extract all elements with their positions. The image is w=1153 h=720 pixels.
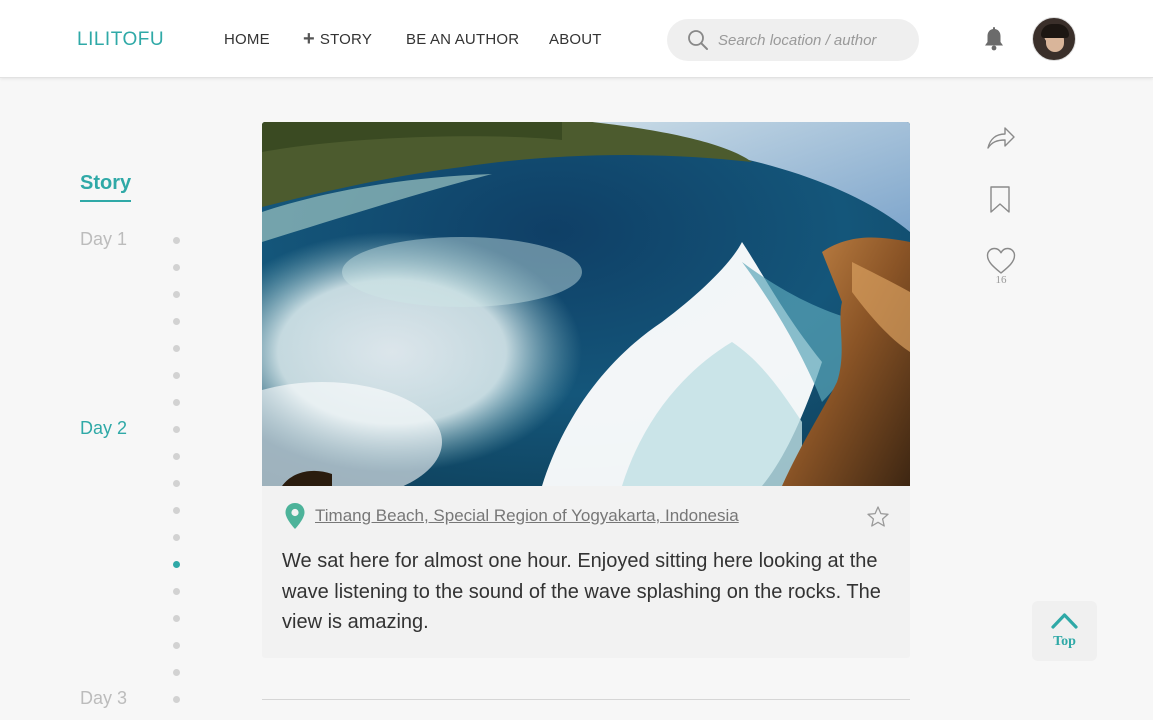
bell-icon[interactable] — [983, 27, 1005, 51]
site-logo[interactable]: LILITOFU — [77, 29, 164, 51]
nav-home-link[interactable]: HOME — [224, 31, 270, 48]
nav-story-link[interactable]: + STORY — [303, 28, 373, 50]
timeline-dot[interactable] — [173, 264, 180, 271]
timeline-dot[interactable] — [173, 669, 180, 676]
location-link[interactable]: Timang Beach, Special Region of Yogyakar… — [315, 506, 739, 526]
story-card: Timang Beach, Special Region of Yogyakar… — [262, 122, 910, 658]
nav-about-link[interactable]: ABOUT — [549, 31, 602, 48]
timeline-dot[interactable] — [173, 561, 180, 568]
day-2-link[interactable]: Day 2 — [80, 418, 127, 439]
day-1-link[interactable]: Day 1 — [80, 229, 127, 250]
timeline-dot[interactable] — [173, 291, 180, 298]
story-photo — [262, 122, 910, 486]
timeline-dot[interactable] — [173, 642, 180, 649]
timeline-dot[interactable] — [173, 318, 180, 325]
timeline-dot[interactable] — [173, 399, 180, 406]
timeline-dot[interactable] — [173, 237, 180, 244]
timeline-dot[interactable] — [173, 696, 180, 703]
timeline-dot[interactable] — [173, 615, 180, 622]
heart-icon[interactable] — [986, 247, 1016, 275]
top-navigation-bar: LILITOFU HOME + STORY BE AN AUTHOR ABOUT — [0, 0, 1153, 78]
bookmark-icon[interactable] — [989, 186, 1011, 214]
chevron-up-icon — [1051, 613, 1078, 629]
day-3-link[interactable]: Day 3 — [80, 688, 127, 709]
like-count: 16 — [995, 274, 1007, 286]
story-description: We sat here for almost one hour. Enjoyed… — [282, 550, 881, 633]
timeline-dot[interactable] — [173, 453, 180, 460]
content-divider — [262, 699, 910, 700]
timeline-dot[interactable] — [173, 480, 180, 487]
timeline-dot[interactable] — [173, 345, 180, 352]
timeline-dot[interactable] — [173, 426, 180, 433]
nav-be-an-author-link[interactable]: BE AN AUTHOR — [406, 31, 519, 48]
timeline-dot[interactable] — [173, 507, 180, 514]
user-avatar[interactable] — [1032, 17, 1076, 61]
share-icon[interactable] — [986, 124, 1016, 152]
nav-story-label: STORY — [319, 31, 373, 48]
search-input[interactable] — [718, 31, 908, 49]
back-to-top-button[interactable]: Top — [1032, 601, 1097, 661]
timeline-dot[interactable] — [173, 372, 180, 379]
back-to-top-label: Top — [1053, 634, 1076, 649]
plus-icon: + — [303, 28, 315, 50]
avatar-hair — [1041, 24, 1069, 38]
timeline-dot[interactable] — [173, 588, 180, 595]
location-pin-icon — [285, 503, 305, 529]
search-box[interactable] — [667, 19, 919, 61]
star-icon[interactable] — [866, 505, 890, 529]
story-sidebar-title[interactable]: Story — [80, 172, 132, 202]
search-icon — [688, 30, 708, 50]
timeline-dot[interactable] — [173, 534, 180, 541]
location-row: Timang Beach, Special Region of Yogyakar… — [284, 502, 739, 530]
beach-wave-image — [262, 122, 910, 486]
